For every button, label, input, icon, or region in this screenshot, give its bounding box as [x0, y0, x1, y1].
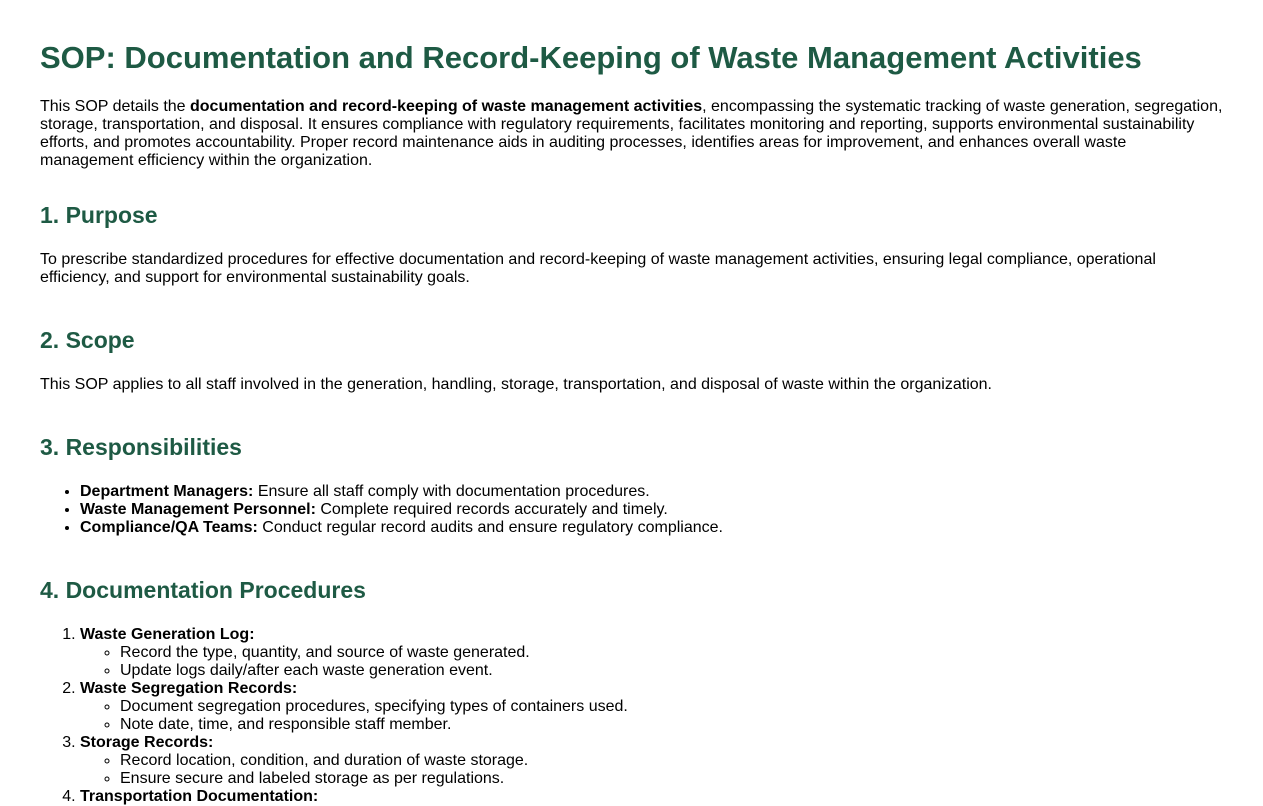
step-subitems: Document segregation procedures, specify… — [80, 698, 1223, 734]
step-title: Waste Generation Log: — [80, 626, 255, 643]
purpose-text: To prescribe standardized procedures for… — [40, 251, 1156, 286]
role-label: Compliance/QA Teams: — [80, 519, 258, 536]
procedure-step: Waste Segregation Records: Document segr… — [80, 680, 1223, 734]
section-heading-purpose: 1. Purpose — [40, 202, 158, 228]
procedure-step: Storage Records: Record location, condit… — [80, 734, 1223, 788]
list-item: Department Managers: Ensure all staff co… — [80, 483, 1223, 501]
intro-bold: documentation and record-keeping of wast… — [190, 98, 703, 115]
intro-paragraph: This SOP details the documentation and r… — [40, 98, 1223, 170]
role-text: Conduct regular record audits and ensure… — [257, 519, 723, 536]
step-subitems: Record the type, quantity, and source of… — [80, 644, 1223, 680]
page-title: SOP: Documentation and Record-Keeping of… — [40, 40, 1142, 75]
section-heading-responsibilities: 3. Responsibilities — [40, 434, 242, 460]
role-label: Department Managers: — [80, 483, 254, 500]
list-item: Record location, condition, and duration… — [120, 752, 1223, 770]
step-subitems: Record location, condition, and duration… — [80, 752, 1223, 788]
procedures-list: Waste Generation Log: Record the type, q… — [40, 626, 1223, 806]
procedure-step: Transportation Documentation: — [80, 788, 1223, 806]
step-title: Storage Records: — [80, 734, 214, 751]
list-item: Waste Management Personnel: Complete req… — [80, 501, 1223, 519]
responsibilities-list: Department Managers: Ensure all staff co… — [40, 483, 1223, 537]
role-label: Waste Management Personnel: — [80, 501, 316, 518]
list-item: Note date, time, and responsible staff m… — [120, 716, 1223, 734]
list-item: Record the type, quantity, and source of… — [120, 644, 1223, 662]
step-title: Transportation Documentation: — [80, 788, 319, 805]
role-text: Complete required records accurately and… — [315, 501, 668, 518]
list-item: Document segregation procedures, specify… — [120, 698, 1223, 716]
scope-text: This SOP applies to all staff involved i… — [40, 376, 992, 393]
list-item: Compliance/QA Teams: Conduct regular rec… — [80, 519, 1223, 537]
role-text: Ensure all staff comply with documentati… — [253, 483, 650, 500]
procedure-step: Waste Generation Log: Record the type, q… — [80, 626, 1223, 680]
step-title: Waste Segregation Records: — [80, 680, 298, 697]
section-heading-procedures: 4. Documentation Procedures — [40, 577, 366, 603]
list-item: Update logs daily/after each waste gener… — [120, 662, 1223, 680]
list-item: Ensure secure and labeled storage as per… — [120, 770, 1223, 788]
sop-document: SOP: Documentation and Record-Keeping of… — [0, 0, 1263, 806]
section-heading-scope: 2. Scope — [40, 327, 135, 353]
intro-prefix: This SOP details the — [40, 98, 190, 115]
